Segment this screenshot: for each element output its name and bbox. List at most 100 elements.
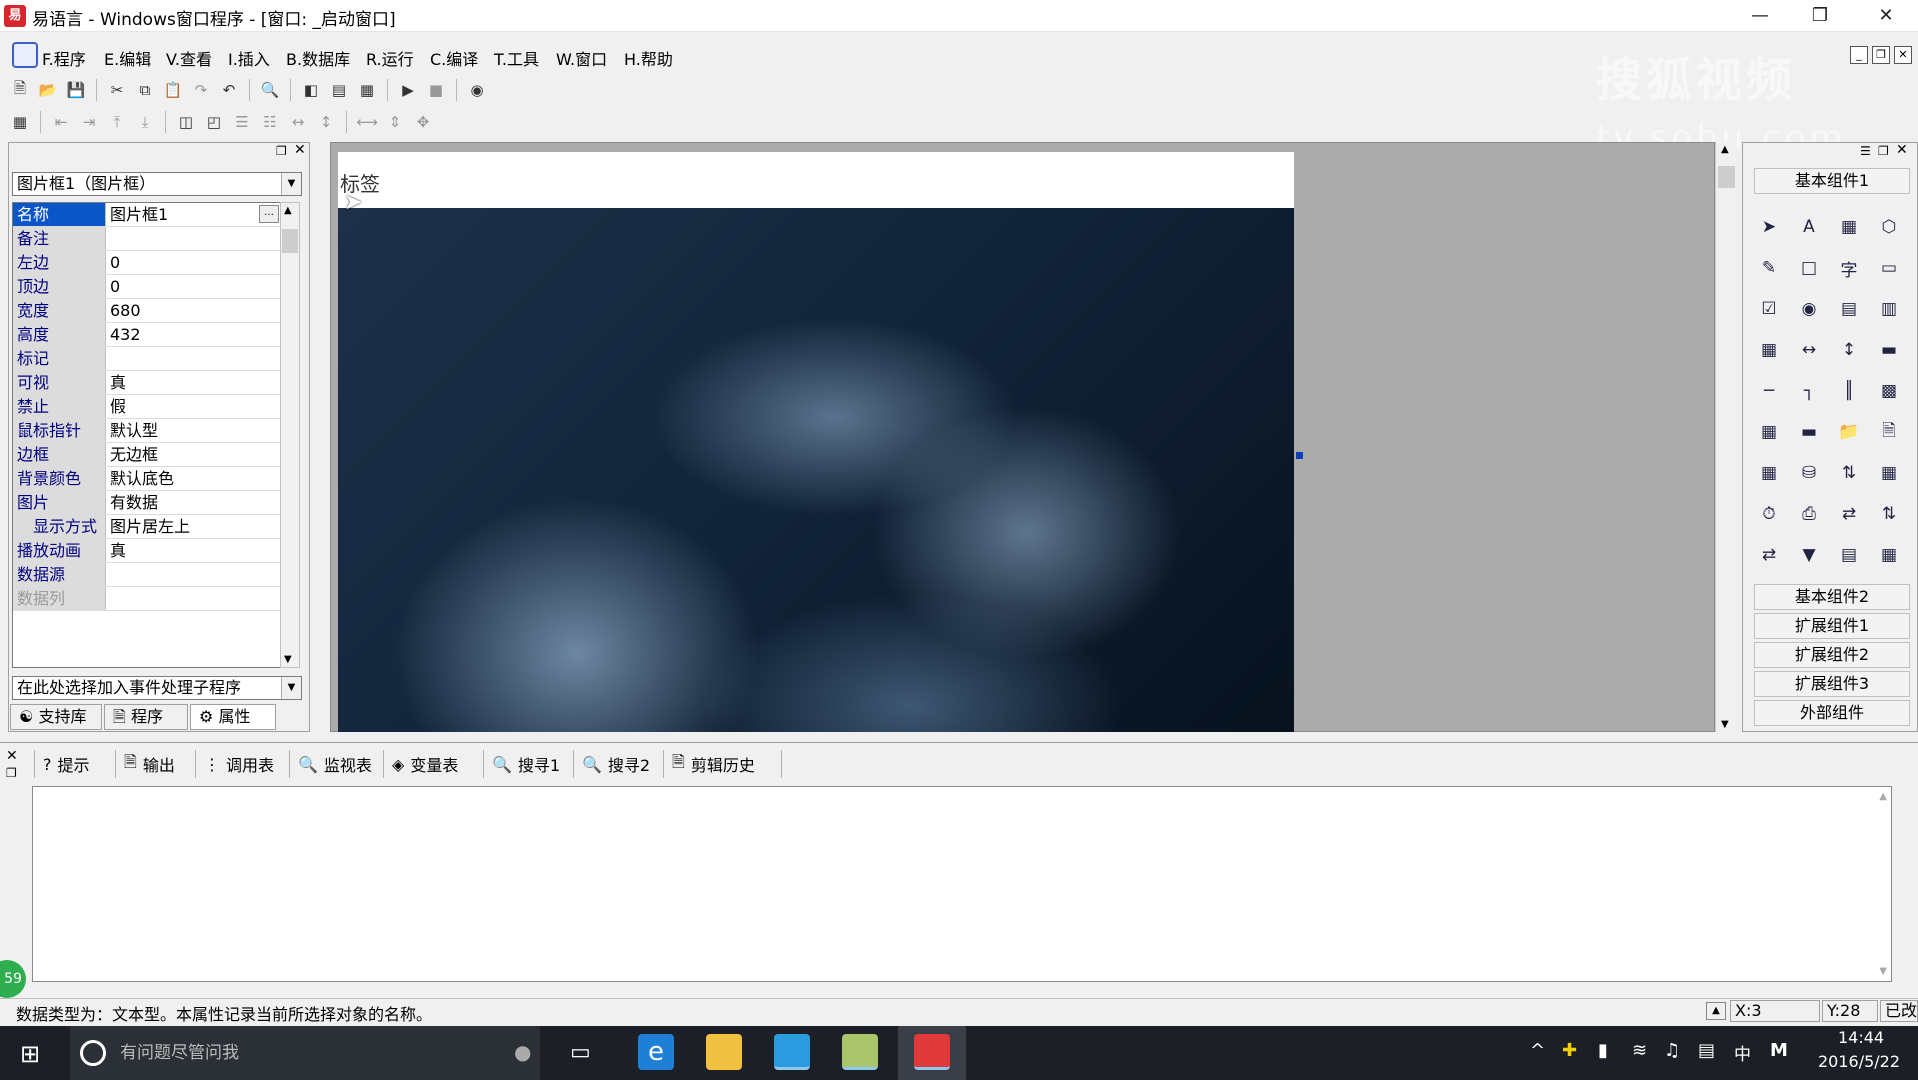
- notification-center-icon[interactable]: ▤: [1698, 1040, 1715, 1061]
- toolbox-menu-icon[interactable]: ☰: [1860, 144, 1871, 158]
- property-value[interactable]: [110, 563, 278, 586]
- property-value[interactable]: 默认型: [110, 419, 278, 442]
- funnel-tool-icon[interactable]: ▼: [1792, 538, 1826, 572]
- run-icon[interactable]: ▶: [396, 78, 420, 102]
- event-selector[interactable]: 在此处选择加入事件处理子程序 ▼: [12, 676, 302, 700]
- tab-properties[interactable]: ⚙ 属性: [190, 704, 276, 730]
- printer-tool-icon[interactable]: ⎙: [1792, 497, 1826, 531]
- tab-search-2[interactable]: 🔍 搜寻2: [574, 750, 664, 778]
- group-external[interactable]: 外部组件: [1754, 700, 1910, 726]
- calendar-tool-icon[interactable]: ▦: [1872, 456, 1906, 490]
- notes-app-icon[interactable]: [842, 1034, 878, 1070]
- combobox-tool-icon[interactable]: ▤: [1832, 292, 1866, 326]
- property-value[interactable]: 真: [110, 539, 278, 562]
- task-view-icon[interactable]: ▭: [570, 1040, 591, 1065]
- checklist-tool-icon[interactable]: ▦: [1752, 333, 1786, 367]
- edge-icon[interactable]: e: [638, 1034, 674, 1070]
- menu-tools[interactable]: T.工具: [494, 46, 539, 70]
- center-horizontal-icon[interactable]: ◫: [174, 110, 198, 134]
- layout-grid-icon[interactable]: ▦: [355, 78, 379, 102]
- table-tool-icon[interactable]: ▦: [1752, 415, 1786, 449]
- tab-output[interactable]: 🗎 输出: [116, 750, 196, 778]
- tab-hint[interactable]: ? 提示: [34, 750, 116, 778]
- same-width-icon[interactable]: ⟷: [355, 110, 379, 134]
- menu-program[interactable]: F.程序: [42, 46, 86, 70]
- space-horizontal-icon[interactable]: ↔: [286, 110, 310, 134]
- property-value[interactable]: 真: [110, 371, 278, 394]
- property-row[interactable]: 鼠标指针 默认型: [13, 419, 281, 443]
- battery-icon[interactable]: ▮: [1598, 1040, 1608, 1061]
- property-value[interactable]: 有数据: [110, 491, 278, 514]
- property-scrollbar[interactable]: ▲ ▼: [280, 202, 300, 668]
- toolbox-close-icon[interactable]: ✕: [1896, 142, 1908, 158]
- picture-box-image[interactable]: [338, 208, 1294, 732]
- mdi-close-button[interactable]: ✕: [1894, 46, 1912, 64]
- ime-mode-icon[interactable]: M: [1770, 1040, 1788, 1061]
- tray-plus-icon[interactable]: ✚: [1562, 1040, 1577, 1061]
- property-row[interactable]: 数据源: [13, 563, 281, 587]
- menu-help[interactable]: H.帮助: [624, 46, 673, 70]
- property-value[interactable]: 默认底色: [110, 467, 278, 490]
- layout-bottom-icon[interactable]: ▤: [327, 78, 351, 102]
- property-row[interactable]: 左边 0: [13, 251, 281, 275]
- ime-indicator[interactable]: 中: [1734, 1040, 1751, 1065]
- document-tool-icon[interactable]: 🗎: [1872, 415, 1906, 449]
- status-up-icon[interactable]: ▲: [1706, 1002, 1726, 1020]
- ellipsis-button[interactable]: …: [259, 205, 279, 223]
- center-vertical-icon[interactable]: ◰: [202, 110, 226, 134]
- pointer-icon[interactable]: ➤: [1752, 210, 1786, 244]
- picture-tool-icon[interactable]: ▦: [1832, 210, 1866, 244]
- group-extended-1[interactable]: 扩展组件1: [1754, 613, 1910, 639]
- tab-support-library[interactable]: ☯ 支持库: [10, 704, 102, 730]
- property-value[interactable]: 0: [110, 251, 278, 274]
- property-value[interactable]: 无边框: [110, 443, 278, 466]
- clock-time[interactable]: 14:44: [1838, 1028, 1884, 1047]
- panel-tool-icon[interactable]: ▬: [1792, 415, 1826, 449]
- cut-icon[interactable]: ✂: [105, 78, 129, 102]
- database-tool-icon[interactable]: ⛁: [1792, 456, 1826, 490]
- tab-watch[interactable]: 🔍 监视表: [290, 750, 384, 778]
- property-row[interactable]: 可视真: [13, 371, 281, 395]
- same-height-icon[interactable]: ⇕: [383, 110, 407, 134]
- mdi-minimize-button[interactable]: _: [1850, 46, 1868, 64]
- new-file-icon[interactable]: 🗎: [8, 78, 32, 102]
- find-icon[interactable]: 🔍: [258, 78, 282, 102]
- same-size-icon[interactable]: ✥: [411, 110, 435, 134]
- property-row[interactable]: 禁止假: [13, 395, 281, 419]
- output-text-area[interactable]: ▲ ▼: [32, 786, 1892, 982]
- property-value[interactable]: [110, 227, 278, 250]
- property-row[interactable]: 背景颜色 默认底色: [13, 467, 281, 491]
- space-vertical-icon[interactable]: ↕: [314, 110, 338, 134]
- network-tool-icon[interactable]: ⇅: [1872, 497, 1906, 531]
- align-middle-icon[interactable]: ☰: [230, 110, 254, 134]
- align-right-icon[interactable]: ⇥: [77, 110, 101, 134]
- property-value[interactable]: 432: [110, 323, 278, 346]
- menu-logo-icon[interactable]: [12, 42, 38, 68]
- wifi-icon[interactable]: ≋: [1632, 1040, 1647, 1061]
- shape-tool-icon[interactable]: ⬡: [1872, 210, 1906, 244]
- property-value[interactable]: [110, 347, 278, 370]
- group-extended-2[interactable]: 扩展组件2: [1754, 642, 1910, 668]
- taskbar-search[interactable]: 有问题尽管问我: [70, 1026, 540, 1080]
- edit-tool-icon[interactable]: ✎: [1752, 251, 1786, 285]
- splitter-tool-icon[interactable]: ║: [1832, 374, 1866, 408]
- bottom-close-icon[interactable]: ✕: [6, 748, 18, 764]
- tab-search-1[interactable]: 🔍 搜寻1: [484, 750, 574, 778]
- image-tool-icon[interactable]: □: [1792, 251, 1826, 285]
- align-center-icon[interactable]: ☷: [258, 110, 282, 134]
- bottom-restore-icon[interactable]: ❐: [6, 766, 17, 780]
- folder-tool-icon[interactable]: 📁: [1832, 415, 1866, 449]
- panel-close-icon[interactable]: ✕: [294, 142, 306, 158]
- property-row[interactable]: 边框 无边框: [13, 443, 281, 467]
- binoculars-icon[interactable]: ◉: [465, 78, 489, 102]
- progress-tool-icon[interactable]: ▬: [1872, 333, 1906, 367]
- menu-database[interactable]: B.数据库: [286, 46, 350, 70]
- frame-tool-icon[interactable]: ▩: [1872, 374, 1906, 408]
- property-value[interactable]: 图片框1: [110, 203, 278, 226]
- toolbox-restore-icon[interactable]: ❐: [1878, 144, 1889, 158]
- group-extended-3[interactable]: 扩展组件3: [1754, 671, 1910, 697]
- property-row[interactable]: 顶边 0: [13, 275, 281, 299]
- restore-button[interactable]: ❐: [1792, 0, 1848, 32]
- windows-start-icon[interactable]: ⊞: [20, 1040, 40, 1068]
- eyuyan-app-icon[interactable]: [914, 1034, 950, 1070]
